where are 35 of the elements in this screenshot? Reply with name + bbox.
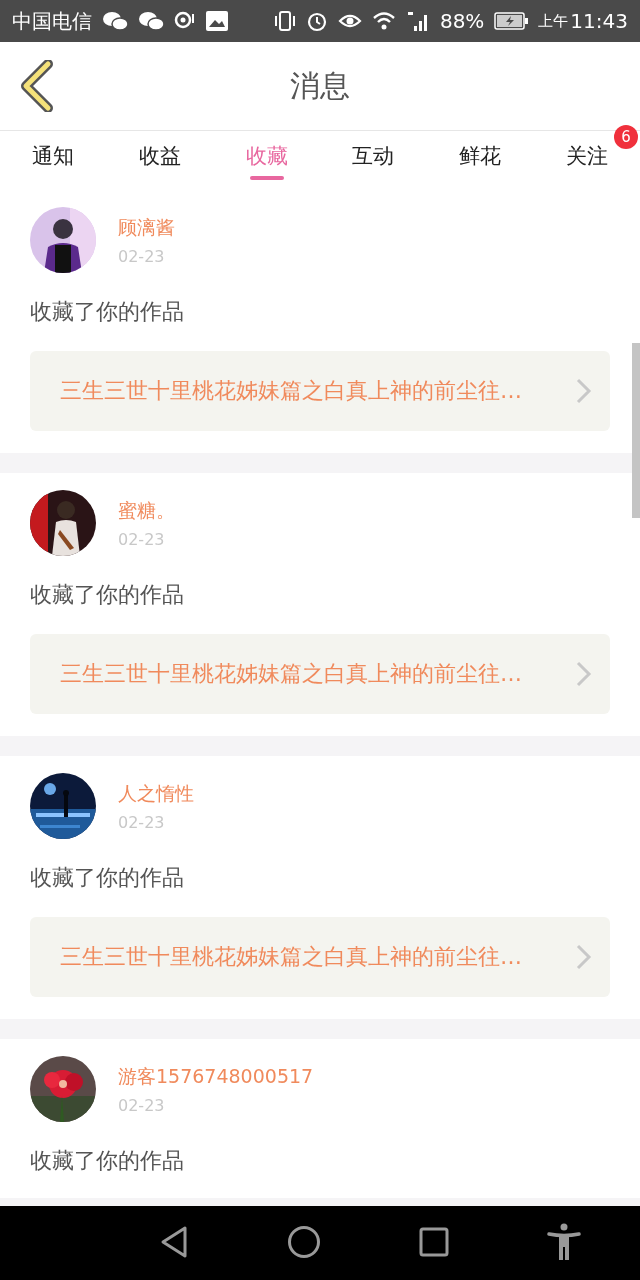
tab[interactable]: 收藏 <box>213 131 320 190</box>
work-link[interactable]: 三生三世十里桃花姊妹篇之白真上神的前尘往… <box>30 634 610 714</box>
user-name[interactable]: 蜜糖。 <box>118 497 175 524</box>
battery-percent: 88% <box>439 9 485 33</box>
chat-icon <box>102 10 128 32</box>
chat-icon <box>138 10 164 32</box>
action-text: 收藏了你的作品 <box>30 298 185 326</box>
clock-time: 11:43 <box>570 9 628 33</box>
back-button[interactable] <box>20 60 54 112</box>
work-link[interactable]: 三生三世十里桃花姊妹篇之白真上神的前尘往… <box>30 917 610 997</box>
action-text: 收藏了你的作品 <box>30 1147 185 1175</box>
user-name[interactable]: 人之惰性 <box>118 780 194 807</box>
image-icon <box>206 11 228 31</box>
time-prefix: 上午 <box>538 11 569 31</box>
battery-icon <box>494 12 529 30</box>
vibrate-icon <box>273 10 296 32</box>
chevron-icon <box>574 377 594 405</box>
user-name[interactable]: 顾漓酱 <box>118 214 175 241</box>
action-text: 收藏了你的作品 <box>30 864 185 892</box>
page-title: 消息 <box>290 66 350 105</box>
tab[interactable]: 互动 <box>320 131 427 190</box>
user-name[interactable]: 游客1576748000517 <box>118 1063 314 1090</box>
alarm-icon <box>305 10 328 32</box>
action-text: 收藏了你的作品 <box>30 581 185 609</box>
recents-button[interactable] <box>419 1227 449 1260</box>
chevron-icon <box>574 660 594 688</box>
carrier-text: 中国电信 <box>12 7 92 35</box>
signal-icon <box>405 10 430 32</box>
chevron-icon <box>574 943 594 971</box>
work-link[interactable]: 三生三世十里桃花姊妹篇之白真上神的前尘往… <box>30 351 610 431</box>
tab[interactable]: 通知 <box>0 131 107 190</box>
count-badge: 6 <box>614 125 639 149</box>
tab[interactable]: 收益 <box>106 131 214 190</box>
wifi-icon <box>371 11 396 31</box>
tab[interactable]: 鲜花 <box>426 131 534 190</box>
